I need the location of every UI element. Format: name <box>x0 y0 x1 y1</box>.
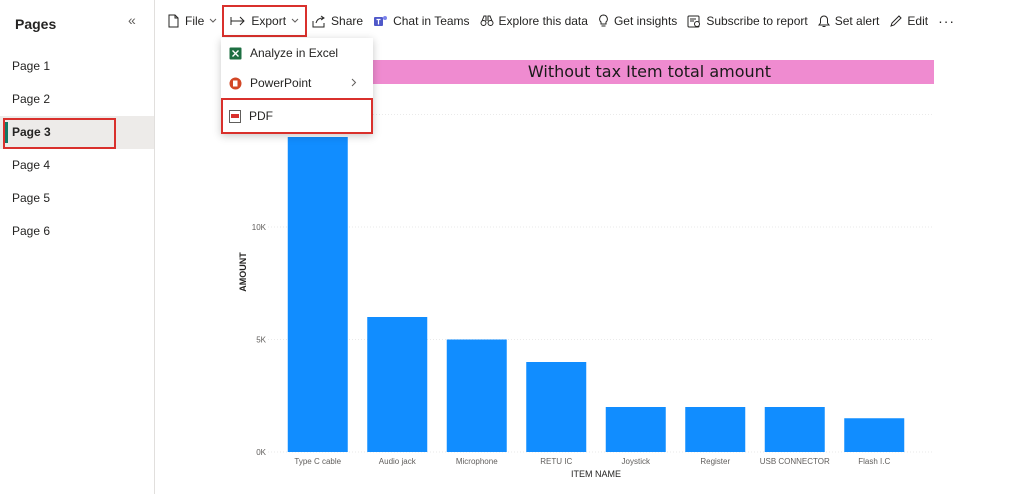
excel-icon <box>229 47 242 59</box>
bar[interactable] <box>526 362 587 452</box>
set-alert-label: Set alert <box>834 14 880 28</box>
bar[interactable] <box>685 407 746 452</box>
report-toolbar: File Export Share Chat in Teams Explore … <box>156 0 1024 42</box>
bar[interactable] <box>367 317 428 452</box>
edit-label: Edit <box>907 14 929 28</box>
file-icon <box>168 14 179 28</box>
page-tab-4[interactable]: Page 4 <box>0 149 154 182</box>
share-icon <box>312 15 325 27</box>
more-options-button[interactable]: ··· <box>933 6 960 36</box>
powerpoint-item[interactable]: PowerPoint <box>221 68 373 98</box>
chevron-down-icon <box>291 18 299 23</box>
bar[interactable] <box>844 418 905 452</box>
binoculars-icon <box>480 15 494 26</box>
page-tab-3[interactable]: Page 3 <box>0 116 154 149</box>
x-tick-label: RETU IC <box>540 457 572 466</box>
bar[interactable] <box>605 407 666 452</box>
export-label: Export <box>251 14 287 28</box>
x-tick-label: Microphone <box>456 457 498 466</box>
report-app: Pages « Page 1 Page 2 Page 3 Page 4 Page… <box>0 0 1024 494</box>
pages-pane: Pages « Page 1 Page 2 Page 3 Page 4 Page… <box>0 0 155 494</box>
export-arrow-icon <box>230 16 246 26</box>
chevron-down-icon <box>209 18 217 23</box>
x-axis-label: ITEM NAME <box>571 469 621 479</box>
lightbulb-icon <box>599 14 608 27</box>
y-tick-label: 10K <box>252 223 267 232</box>
powerpoint-icon <box>229 77 242 89</box>
pencil-icon <box>890 14 903 27</box>
page-tab-6[interactable]: Page 6 <box>0 215 154 248</box>
file-menu-button[interactable]: File <box>162 6 222 36</box>
bar[interactable] <box>446 339 507 453</box>
subscribe-button[interactable]: Subscribe to report <box>682 6 812 36</box>
bar[interactable] <box>287 137 348 452</box>
file-label: File <box>185 14 205 28</box>
y-axis-label: AMOUNT <box>238 252 248 292</box>
powerpoint-label: PowerPoint <box>250 76 312 90</box>
chat-in-teams-label: Chat in Teams <box>393 14 470 28</box>
y-tick-label: 0K <box>256 448 266 457</box>
explore-data-label: Explore this data <box>498 14 588 28</box>
export-menu-button[interactable]: Export <box>222 5 308 37</box>
teams-icon <box>374 16 388 26</box>
subscribe-icon <box>687 15 701 27</box>
set-alert-button[interactable]: Set alert <box>813 6 885 36</box>
analyze-in-excel-label: Analyze in Excel <box>250 46 339 60</box>
explore-data-button[interactable]: Explore this data <box>475 6 593 36</box>
page-list: Page 1 Page 2 Page 3 Page 4 Page 5 Page … <box>0 50 154 248</box>
page-tab-5[interactable]: Page 5 <box>0 182 154 215</box>
bar[interactable] <box>764 407 825 452</box>
chat-in-teams-button[interactable]: Chat in Teams <box>368 6 474 36</box>
get-insights-button[interactable]: Get insights <box>593 6 682 36</box>
x-tick-label: Flash I.C <box>858 457 890 466</box>
page-tab-1[interactable]: Page 1 <box>0 50 154 83</box>
page-tab-2[interactable]: Page 2 <box>0 83 154 116</box>
pages-pane-title: Pages <box>15 16 57 32</box>
y-tick-label: 5K <box>256 336 266 345</box>
x-tick-label: Register <box>700 457 730 466</box>
subscribe-label: Subscribe to report <box>706 14 808 28</box>
analyze-in-excel-item[interactable]: Analyze in Excel <box>221 38 373 68</box>
x-tick-label: Type C cable <box>294 457 341 466</box>
double-chevron-left-icon[interactable]: « <box>128 12 136 28</box>
get-insights-label: Get insights <box>613 14 678 28</box>
export-dropdown-menu: Analyze in Excel PowerPoint PDF <box>221 38 373 134</box>
x-tick-label: Joystick <box>622 457 651 466</box>
share-label: Share <box>331 14 364 28</box>
chevron-right-icon <box>351 76 365 90</box>
x-tick-label: USB CONNECTOR <box>760 457 830 466</box>
pdf-item[interactable]: PDF <box>221 98 373 134</box>
pdf-icon <box>229 109 241 123</box>
bell-icon <box>817 14 830 27</box>
share-button[interactable]: Share <box>307 6 368 36</box>
edit-button[interactable]: Edit <box>884 6 933 36</box>
x-tick-label: Audio jack <box>379 457 417 466</box>
pdf-label: PDF <box>249 109 273 123</box>
